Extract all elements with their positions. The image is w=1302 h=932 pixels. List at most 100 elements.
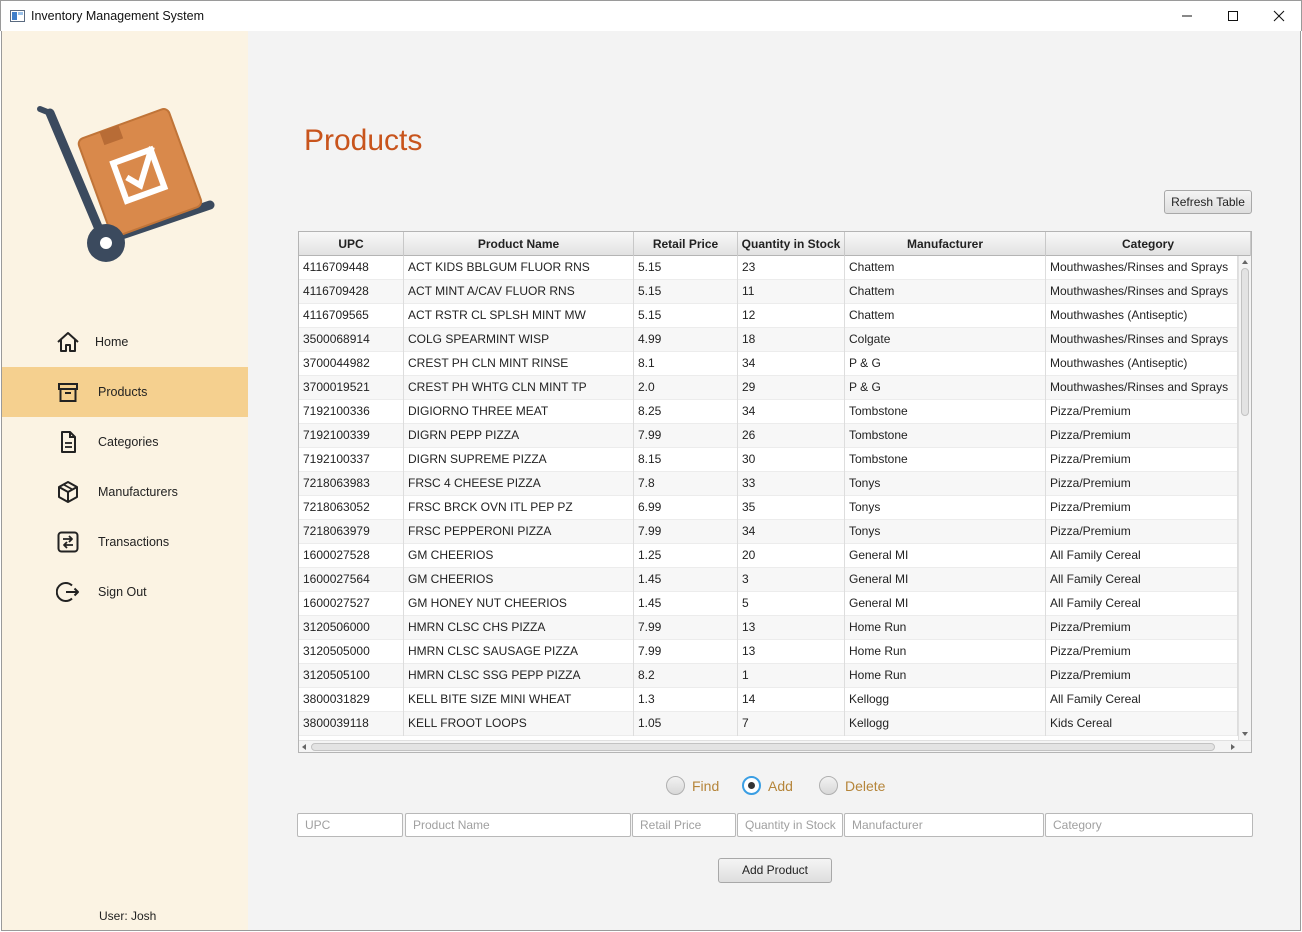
minimize-button[interactable] bbox=[1164, 1, 1210, 31]
table-row[interactable]: 3800039118 KELL FROOT LOOPS 1.05 7 Kellogg Ki… bbox=[299, 712, 1238, 736]
sidebar-item-categories[interactable]: Categories bbox=[2, 417, 248, 467]
maximize-icon bbox=[1228, 11, 1238, 21]
cell-quantity: 13 bbox=[738, 616, 845, 640]
cell-retail-price: 5.15 bbox=[634, 256, 738, 280]
cell-upc: 4116709448 bbox=[299, 256, 404, 280]
product-name-input[interactable] bbox=[405, 813, 631, 837]
table-row[interactable]: 7218063979 FRSC PEPPERONI PIZZA 7.99 34 Tony… bbox=[299, 520, 1238, 544]
sidebar-item-home[interactable]: Home bbox=[2, 317, 248, 367]
table-row[interactable]: 4116709448 ACT KIDS BBLGUM FLUOR RNS 5.15 2… bbox=[299, 256, 1238, 280]
vertical-scrollbar[interactable] bbox=[1238, 256, 1251, 740]
cell-upc: 3800031829 bbox=[299, 688, 404, 712]
cell-category: Mouthwashes (Antiseptic) bbox=[1046, 304, 1238, 328]
cell-product-name: KELL BITE SIZE MINI WHEAT bbox=[404, 688, 634, 712]
sidebar-item-transactions[interactable]: Transactions bbox=[2, 517, 248, 567]
refresh-table-button[interactable]: Refresh Table bbox=[1164, 190, 1252, 214]
scroll-left-icon[interactable] bbox=[302, 744, 306, 750]
column-header-category[interactable]: Category bbox=[1046, 232, 1251, 256]
cell-retail-price: 7.99 bbox=[634, 424, 738, 448]
cell-manufacturer: Chattem bbox=[845, 256, 1046, 280]
maximize-button[interactable] bbox=[1210, 1, 1256, 31]
add-product-button[interactable]: Add Product bbox=[718, 858, 832, 883]
vertical-scroll-thumb[interactable] bbox=[1241, 268, 1249, 416]
sidebar-item-manufacturers[interactable]: Manufacturers bbox=[2, 467, 248, 517]
radio-label: Find bbox=[692, 778, 720, 794]
window-title: Inventory Management System bbox=[31, 9, 204, 23]
scroll-down-icon[interactable] bbox=[1242, 732, 1248, 736]
retail-price-input[interactable] bbox=[632, 813, 736, 837]
cell-manufacturer: Tombstone bbox=[845, 424, 1046, 448]
cell-upc: 3500068914 bbox=[299, 328, 404, 352]
table-row[interactable]: 4116709428 ACT MINT A/CAV FLUOR RNS 5.15 11… bbox=[299, 280, 1238, 304]
cell-quantity: 3 bbox=[738, 568, 845, 592]
close-button[interactable] bbox=[1256, 1, 1302, 31]
cell-product-name: DIGIORNO THREE MEAT bbox=[404, 400, 634, 424]
horizontal-scroll-thumb[interactable] bbox=[311, 743, 1215, 751]
cell-upc: 7192100337 bbox=[299, 448, 404, 472]
column-header-product-name[interactable]: Product Name bbox=[404, 232, 634, 256]
table-row[interactable]: 1600027527 GM HONEY NUT CHEERIOS 1.45 5 Gene… bbox=[299, 592, 1238, 616]
column-header-retail-price[interactable]: Retail Price bbox=[634, 232, 738, 256]
scroll-up-icon[interactable] bbox=[1242, 260, 1248, 264]
table-row[interactable]: 3700019521 CREST PH WHTG CLN MINT TP 2.0 29… bbox=[299, 376, 1238, 400]
column-header-quantity[interactable]: Quantity in Stock bbox=[738, 232, 845, 256]
products-table[interactable]: UPC Product Name Retail Price Quantity i… bbox=[298, 231, 1252, 753]
quantity-input[interactable] bbox=[737, 813, 843, 837]
column-header-manufacturer[interactable]: Manufacturer bbox=[845, 232, 1046, 256]
table-row[interactable]: 3120506000 HMRN CLSC CHS PIZZA 7.99 13 Home … bbox=[299, 616, 1238, 640]
cell-upc: 3120505100 bbox=[299, 664, 404, 688]
table-row[interactable]: 3120505100 HMRN CLSC SSG PEPP PIZZA 8.2 1 Ho… bbox=[299, 664, 1238, 688]
cell-category: Pizza/Premium bbox=[1046, 616, 1238, 640]
cell-product-name: CREST PH WHTG CLN MINT TP bbox=[404, 376, 634, 400]
radio-label: Add bbox=[768, 778, 793, 794]
column-header-upc[interactable]: UPC bbox=[299, 232, 404, 256]
cell-upc: 4116709428 bbox=[299, 280, 404, 304]
table-row[interactable]: 1600027564 GM CHEERIOS 1.45 3 General MI All … bbox=[299, 568, 1238, 592]
table-row[interactable]: 7218063983 FRSC 4 CHEESE PIZZA 7.8 33 Tonys P… bbox=[299, 472, 1238, 496]
cell-manufacturer: Home Run bbox=[845, 640, 1046, 664]
sidebar-item-sign-out[interactable]: Sign Out bbox=[2, 567, 248, 617]
cell-manufacturer: Tombstone bbox=[845, 448, 1046, 472]
cell-quantity: 35 bbox=[738, 496, 845, 520]
cell-quantity: 13 bbox=[738, 640, 845, 664]
table-row[interactable]: 3500068914 COLG SPEARMINT WISP 4.99 18 Colga… bbox=[299, 328, 1238, 352]
cell-retail-price: 2.0 bbox=[634, 376, 738, 400]
cell-retail-price: 1.05 bbox=[634, 712, 738, 736]
sidebar-item-label: Transactions bbox=[98, 535, 170, 549]
table-row[interactable]: 3800031829 KELL BITE SIZE MINI WHEAT 1.3 14… bbox=[299, 688, 1238, 712]
radio-circle[interactable] bbox=[666, 776, 685, 795]
table-row[interactable]: 1600027528 GM CHEERIOS 1.25 20 General MI All… bbox=[299, 544, 1238, 568]
table-row[interactable]: 7218063052 FRSC BRCK OVN ITL PEP PZ 6.99 35… bbox=[299, 496, 1238, 520]
cell-category: All Family Cereal bbox=[1046, 688, 1238, 712]
table-row[interactable]: 3120505000 HMRN CLSC SAUSAGE PIZZA 7.99 13 H… bbox=[299, 640, 1238, 664]
cell-product-name: GM HONEY NUT CHEERIOS bbox=[404, 592, 634, 616]
table-row[interactable]: 7192100339 DIGRN PEPP PIZZA 7.99 26 Tombston… bbox=[299, 424, 1238, 448]
cell-category: All Family Cereal bbox=[1046, 544, 1238, 568]
scroll-right-icon[interactable] bbox=[1231, 744, 1235, 750]
table-row[interactable]: 7192100336 DIGIORNO THREE MEAT 8.25 34 Tombs… bbox=[299, 400, 1238, 424]
cell-manufacturer: General MI bbox=[845, 568, 1046, 592]
table-row[interactable]: 3700044982 CREST PH CLN MINT RINSE 8.1 34 P … bbox=[299, 352, 1238, 376]
radio-circle[interactable] bbox=[742, 776, 761, 795]
upc-input[interactable] bbox=[297, 813, 403, 837]
cell-product-name: FRSC PEPPERONI PIZZA bbox=[404, 520, 634, 544]
cell-quantity: 7 bbox=[738, 712, 845, 736]
cell-upc: 1600027528 bbox=[299, 544, 404, 568]
cell-quantity: 1 bbox=[738, 664, 845, 688]
manufacturer-input[interactable] bbox=[844, 813, 1044, 837]
radio-circle[interactable] bbox=[819, 776, 838, 795]
table-row[interactable]: 7192100337 DIGRN SUPREME PIZZA 8.15 30 Tombs… bbox=[299, 448, 1238, 472]
cell-category: Mouthwashes/Rinses and Sprays bbox=[1046, 280, 1238, 304]
category-input[interactable] bbox=[1045, 813, 1253, 837]
document-icon bbox=[61, 431, 76, 453]
archive-box-icon bbox=[58, 383, 78, 402]
sidebar-item-products[interactable]: Products bbox=[2, 367, 248, 417]
horizontal-scrollbar[interactable] bbox=[299, 740, 1251, 752]
cell-upc: 7218063983 bbox=[299, 472, 404, 496]
table-row[interactable]: 4116709565 ACT RSTR CL SPLSH MINT MW 5.15 1… bbox=[299, 304, 1238, 328]
cell-upc: 3700019521 bbox=[299, 376, 404, 400]
cell-retail-price: 1.25 bbox=[634, 544, 738, 568]
cell-retail-price: 1.45 bbox=[634, 592, 738, 616]
cell-retail-price: 1.3 bbox=[634, 688, 738, 712]
cell-product-name: CREST PH CLN MINT RINSE bbox=[404, 352, 634, 376]
